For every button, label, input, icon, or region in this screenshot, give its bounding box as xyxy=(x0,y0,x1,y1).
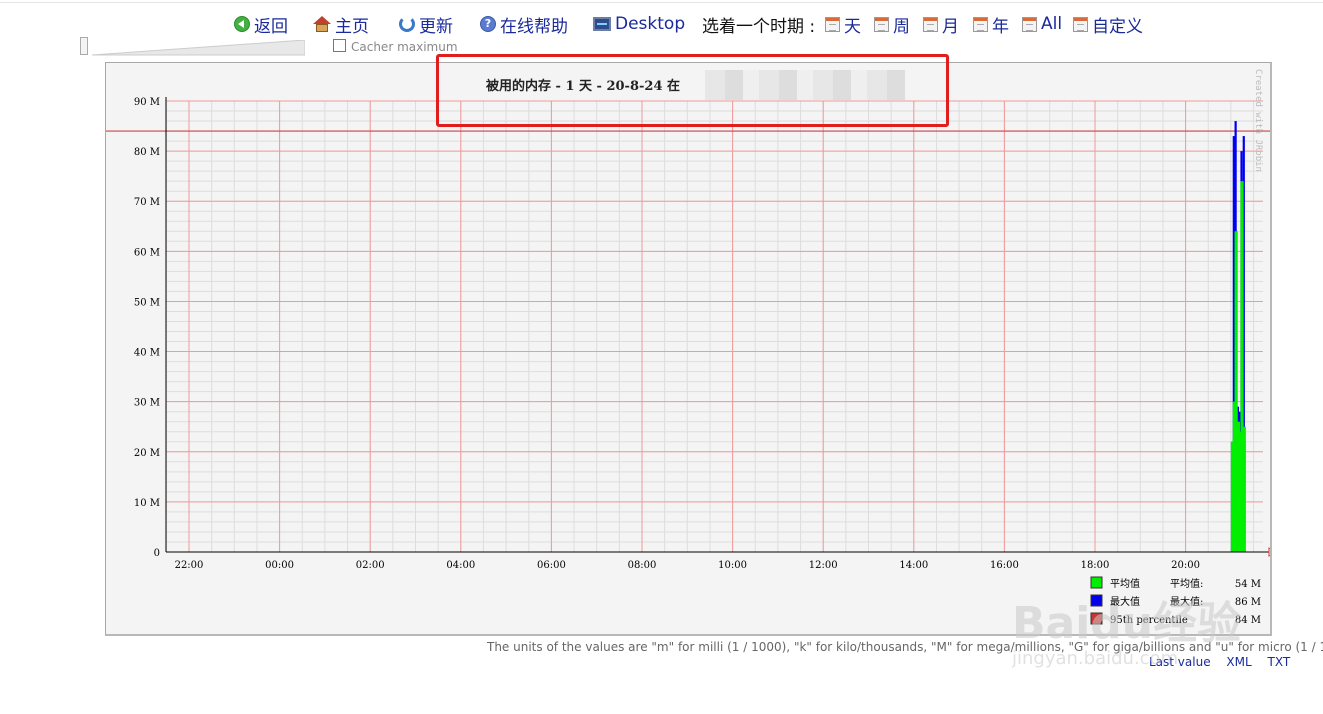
watermark-brand: Baidu经验 xyxy=(1012,598,1242,649)
x-tick-label: 18:00 xyxy=(1081,560,1110,571)
y-tick-label: 40 M xyxy=(134,348,160,359)
avg-value-area xyxy=(1230,441,1246,552)
y-tick-label: 10 M xyxy=(134,498,160,509)
x-tick-label: 14:00 xyxy=(899,560,928,571)
top-nav: 返回 主页 更新 ? 在线帮助 Desktop 选着一个时期 : 天 周 月 年… xyxy=(0,12,1323,38)
x-tick-label: 08:00 xyxy=(628,560,657,571)
x-tick-label: 06:00 xyxy=(537,560,566,571)
watermark-url: jingyan.baidu.com xyxy=(1012,648,1179,669)
period-label: All xyxy=(1041,14,1063,34)
home-link[interactable]: 主页 xyxy=(313,12,369,37)
top-divider xyxy=(0,2,1323,3)
calendar-icon xyxy=(923,16,938,32)
y-tick-label: 80 M xyxy=(134,147,160,158)
calendar-icon xyxy=(1073,16,1088,32)
x-tick-label: 16:00 xyxy=(990,560,1019,571)
x-tick-label: 20:00 xyxy=(1171,560,1200,571)
x-tick-label: 12:00 xyxy=(809,560,838,571)
legend-stat-label: 平均值: xyxy=(1170,577,1203,590)
y-tick-label: 30 M xyxy=(134,398,160,409)
y-tick-label: 70 M xyxy=(134,197,160,208)
calendar-icon xyxy=(825,16,840,32)
x-tick-label: 04:00 xyxy=(446,560,475,571)
desktop-link[interactable]: Desktop xyxy=(593,12,685,36)
back-label: 返回 xyxy=(254,16,288,37)
x-tick-label: 02:00 xyxy=(356,560,385,571)
refresh-icon xyxy=(399,16,415,32)
period-label: 月 xyxy=(942,16,959,37)
back-arrow-icon xyxy=(234,16,250,32)
period-year[interactable]: 年 xyxy=(973,12,1009,37)
refresh-link[interactable]: 更新 xyxy=(399,12,453,37)
period-month[interactable]: 月 xyxy=(923,12,959,37)
period-custom[interactable]: 自定义 xyxy=(1073,12,1143,37)
calendar-icon xyxy=(973,16,988,32)
desktop-icon xyxy=(593,17,611,31)
period-prompt: 选着一个时期 : xyxy=(702,16,816,37)
legend-stat-value: 54 M xyxy=(1235,579,1261,590)
memory-chart-panel: 22:00 00:00 02:00 04:00 06:00 08:00 10:00 12:00… xyxy=(105,62,1272,636)
legend-swatch xyxy=(1090,576,1103,589)
period-label: 天 xyxy=(844,16,861,37)
period-label: 自定义 xyxy=(1092,16,1143,37)
y-tick-label: 20 M xyxy=(134,448,160,459)
home-label: 主页 xyxy=(335,16,369,37)
help-label: 在线帮助 xyxy=(500,16,568,37)
desktop-label: Desktop xyxy=(615,14,686,34)
period-label: 周 xyxy=(893,16,910,37)
y-tick-label: 0 xyxy=(154,548,160,559)
cache-maximum-label: Cacher maximum xyxy=(351,40,458,54)
period-day[interactable]: 天 xyxy=(825,12,861,37)
memory-chart: 22:00 00:00 02:00 04:00 06:00 08:00 10:00 12:00… xyxy=(106,69,1270,626)
y-tick-label: 90 M xyxy=(134,97,160,108)
x-tick-label: 10:00 xyxy=(718,560,747,571)
resize-handle[interactable] xyxy=(80,37,88,55)
home-icon xyxy=(313,16,331,32)
legend-series-name: 平均值 xyxy=(1110,577,1140,590)
y-tick-label: 50 M xyxy=(134,297,160,308)
title-highlight-box xyxy=(436,54,949,127)
help-icon: ? xyxy=(480,16,496,32)
back-link[interactable]: 返回 xyxy=(234,12,288,37)
calendar-icon xyxy=(874,16,889,32)
help-link[interactable]: ? 在线帮助 xyxy=(480,12,568,37)
period-all[interactable]: All xyxy=(1022,12,1062,36)
x-tick-label: 22:00 xyxy=(175,560,204,571)
baidu-watermark: Baidu经验 jingyan.baidu.com xyxy=(1012,600,1272,686)
x-tick-label: 00:00 xyxy=(265,560,294,571)
calendar-icon xyxy=(1022,16,1037,32)
cache-maximum-checkbox[interactable] xyxy=(333,39,346,52)
refresh-label: 更新 xyxy=(419,16,453,37)
created-with-credit: Created with JRobin xyxy=(1253,69,1263,172)
resize-slider-track[interactable] xyxy=(92,40,305,56)
x-axis-arrow xyxy=(1268,547,1270,557)
period-week[interactable]: 周 xyxy=(874,12,910,37)
period-label: 年 xyxy=(992,16,1009,37)
y-tick-label: 60 M xyxy=(134,247,160,258)
